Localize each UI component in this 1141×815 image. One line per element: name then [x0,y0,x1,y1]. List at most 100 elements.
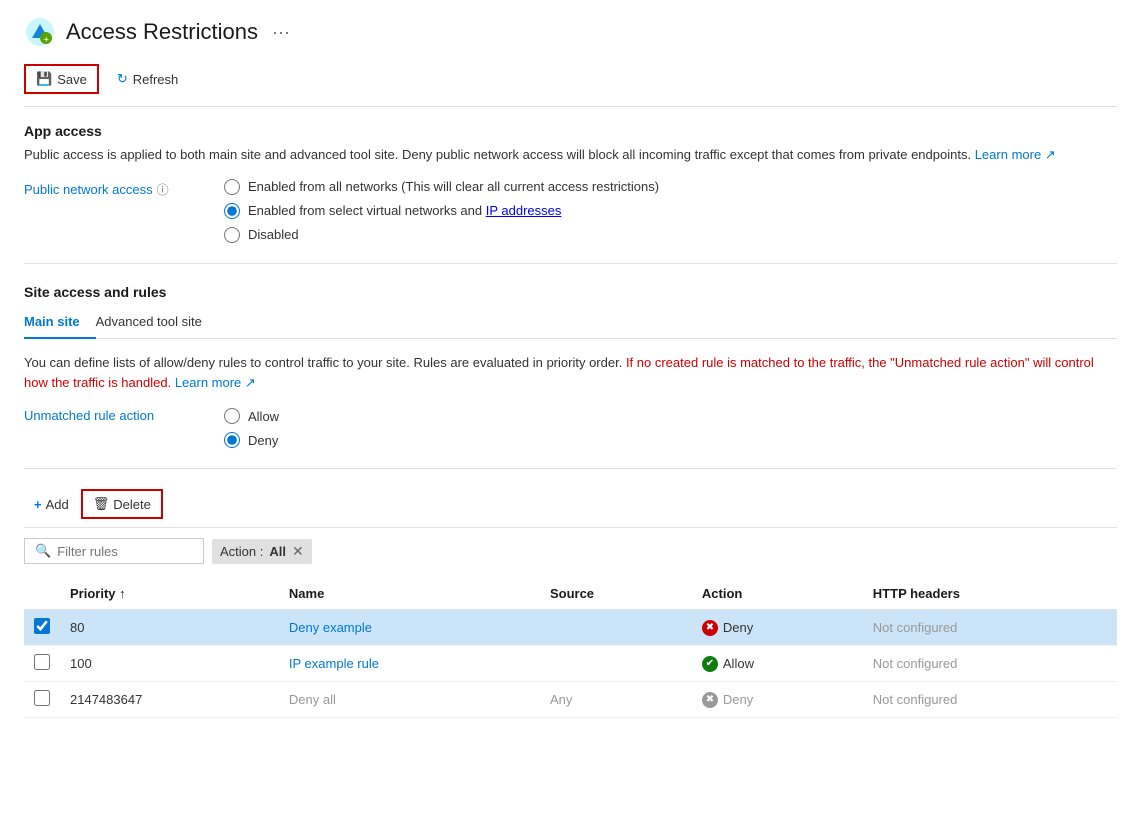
radio-enabled-select-input[interactable] [224,203,240,219]
rules-table: Priority ↑ Name Source Action HTTP heade… [24,578,1117,718]
public-network-label: Public network access ⓘ [24,179,224,198]
page-title: Access Restrictions [66,19,258,45]
radio-disabled-label: Disabled [248,227,299,242]
unmatched-rule-field: Unmatched rule action Allow Deny [24,408,1117,448]
rules-info-text: You can define lists of allow/deny rules… [24,353,1117,395]
svg-text:+: + [44,35,49,44]
row-name[interactable]: IP example rule [279,646,540,682]
table-row[interactable]: 80Deny example✖ DenyNot configured [24,610,1117,646]
radio-enabled-all-input[interactable] [224,179,240,195]
unmatched-rule-radio-group: Allow Deny [224,408,279,448]
page-header: + Access Restrictions ··· [24,16,1117,48]
row-checkbox[interactable] [34,618,50,634]
radio-enabled-all[interactable]: Enabled from all networks (This will cle… [224,179,659,195]
action-deny-dim: ✖ Deny [702,692,853,708]
toolbar: 💾 Save ↻ Refresh [24,64,1117,107]
radio-deny-input[interactable] [224,432,240,448]
divider-1 [24,263,1117,264]
save-button[interactable]: 💾 Save [24,64,99,94]
row-source [540,610,692,646]
app-access-description: Public access is applied to both main si… [24,145,1117,165]
radio-deny-label: Deny [248,433,278,448]
th-priority: Priority ↑ [60,578,279,610]
th-source: Source [540,578,692,610]
tab-main-site[interactable]: Main site [24,306,96,339]
refresh-icon: ↻ [117,71,128,87]
more-options-icon[interactable]: ··· [272,22,290,43]
row-action: ✔ Allow [692,646,863,682]
site-access-section: Site access and rules Main site Advanced… [24,284,1117,449]
action-filter-badge: Action : All ✕ [212,539,312,564]
ip-addresses-link[interactable]: IP addresses [486,203,562,218]
radio-allow-label: Allow [248,409,279,424]
row-name[interactable]: Deny all [279,682,540,718]
row-action: ✖ Deny [692,610,863,646]
row-http-headers: Not configured [863,682,1117,718]
row-checkbox-cell[interactable] [24,610,60,646]
info-icon[interactable]: ⓘ [157,181,169,198]
tab-advanced-tool-site[interactable]: Advanced tool site [96,306,218,339]
app-access-title: App access [24,123,1117,139]
divider-2 [24,468,1117,469]
row-priority: 2147483647 [60,682,279,718]
action-allow: ✔ Allow [702,656,853,672]
radio-allow-input[interactable] [224,408,240,424]
row-priority: 80 [60,610,279,646]
site-access-title: Site access and rules [24,284,1117,300]
refresh-label: Refresh [133,72,179,87]
filter-row: 🔍 Action : All ✕ [24,538,1117,564]
table-header: Priority ↑ Name Source Action HTTP heade… [24,578,1117,610]
clear-filter-icon[interactable]: ✕ [292,543,304,560]
th-name: Name [279,578,540,610]
app-access-section: App access Public access is applied to b… [24,123,1117,243]
delete-button[interactable]: 🗑 Delete [81,489,163,519]
radio-enabled-select-label: Enabled from select virtual networks and… [248,203,561,218]
plus-icon: + [34,497,42,512]
search-icon: 🔍 [35,543,51,559]
radio-disabled[interactable]: Disabled [224,227,659,243]
th-http-headers: HTTP headers [863,578,1117,610]
refresh-button[interactable]: ↻ Refresh [107,66,188,92]
th-action: Action [692,578,863,610]
row-source: Any [540,682,692,718]
radio-enabled-select[interactable]: Enabled from select virtual networks and… [224,203,659,219]
radio-enabled-all-label: Enabled from all networks (This will cle… [248,179,659,194]
badge-value: All [269,544,286,559]
radio-allow[interactable]: Allow [224,408,279,424]
radio-disabled-input[interactable] [224,227,240,243]
row-http-headers: Not configured [863,646,1117,682]
add-button[interactable]: + Add [24,492,79,517]
rules-learn-more[interactable]: Learn more ↗ [175,375,256,390]
table-row[interactable]: 100IP example rule ✔ Allow Not configured [24,646,1117,682]
row-checkbox[interactable] [34,690,50,706]
table-row[interactable]: 2147483647Deny allAny ✖ Deny Not configure… [24,682,1117,718]
rules-toolbar: + Add 🗑 Delete [24,489,1117,528]
public-network-radio-group: Enabled from all networks (This will cle… [224,179,659,243]
app-access-learn-more[interactable]: Learn more ↗ [975,147,1056,162]
add-label: Add [46,497,69,512]
action-deny: ✖ Deny [702,620,853,636]
filter-input-container[interactable]: 🔍 [24,538,204,564]
row-checkbox[interactable] [34,654,50,670]
site-tabs: Main site Advanced tool site [24,306,1117,339]
badge-prefix: Action : [220,544,263,559]
app-icon: + [24,16,56,48]
table-body: 80Deny example✖ DenyNot configured100IP … [24,610,1117,718]
row-checkbox-cell[interactable] [24,682,60,718]
delete-icon: 🗑 [93,496,110,512]
save-icon: 💾 [36,71,52,87]
row-action: ✖ Deny [692,682,863,718]
filter-rules-input[interactable] [57,544,193,559]
save-label: Save [57,72,87,87]
delete-label: Delete [113,497,151,512]
th-checkbox [24,578,60,610]
row-source [540,646,692,682]
deny-icon: ✖ [702,620,718,636]
row-checkbox-cell[interactable] [24,646,60,682]
radio-deny[interactable]: Deny [224,432,279,448]
row-priority: 100 [60,646,279,682]
deny-dim-icon: ✖ [702,692,718,708]
allow-icon: ✔ [702,656,718,672]
unmatched-rule-label: Unmatched rule action [24,408,224,423]
row-name[interactable]: Deny example [279,610,540,646]
